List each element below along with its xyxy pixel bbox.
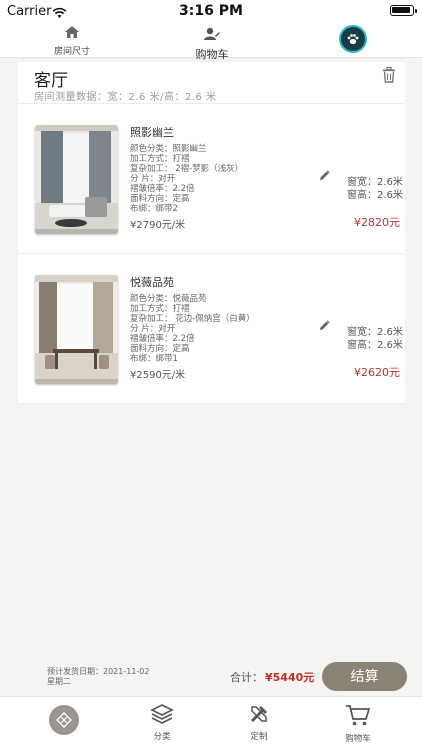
edit-pencil-icon[interactable] <box>319 316 330 335</box>
room-card: 客厅 房间测量数据：宽：2.6 米/高：2.6 米 照影幽兰 颜色分类：照影幽兰… <box>18 62 405 404</box>
spec-line: 分 片：对开 <box>130 324 176 334</box>
window-dimensions: 窗宽：2.6米 窗高：2.6米 <box>347 176 405 202</box>
edit-pencil-icon[interactable] <box>319 166 330 185</box>
spec-line: 复杂加工： 2褶-梦影（浅灰） <box>130 164 244 174</box>
spec-line: 褶皱倍率：2.2倍 <box>130 184 195 194</box>
spec-line: 颜色分类：照影幽兰 <box>130 144 207 154</box>
item-total-price: ¥2620元 <box>354 366 400 379</box>
cart-top-tab[interactable]: 购物车 <box>190 26 234 62</box>
layers-icon <box>150 704 174 729</box>
checkout-button[interactable]: 结算 <box>322 662 407 691</box>
product-name: 悦薇品苑 <box>130 276 174 289</box>
tab-home[interactable] <box>34 705 94 735</box>
product-specs: 颜色分类：悦薇品苑 加工方式：打褶 复杂加工： 花边-佩纳宫（白黄） 分 片：对… <box>130 294 255 364</box>
spec-line: 分 片：对开 <box>130 174 176 184</box>
cart-icon <box>345 705 371 731</box>
spec-line: 加工方式：打褶 <box>130 304 190 314</box>
product-item[interactable]: 悦薇品苑 颜色分类：悦薇品苑 加工方式：打褶 复杂加工： 花边-佩纳宫（白黄） … <box>18 254 405 404</box>
home-icon <box>64 24 80 43</box>
room-measurements: 房间测量数据：宽：2.6 米/高：2.6 米 <box>34 92 217 103</box>
tab-label: 定制 <box>250 732 268 742</box>
tab-custom[interactable]: 定制 <box>229 703 289 742</box>
spec-line: 复杂加工： 花边-佩纳宫（白黄） <box>130 314 255 324</box>
spec-line: 布绑：绑带2 <box>130 204 178 214</box>
tab-cart[interactable]: 购物车 <box>328 703 388 744</box>
room-size-label: 房间尺寸 <box>53 47 90 57</box>
product-image <box>35 275 118 384</box>
trash-icon[interactable] <box>382 66 396 87</box>
spec-line: 面料方向：定高 <box>130 194 190 204</box>
tab-label: 购物车 <box>345 734 371 744</box>
window-height: 窗高：2.6米 <box>347 190 403 201</box>
window-dimensions: 窗宽：2.6米 窗高：2.6米 <box>347 326 405 352</box>
logo-icon <box>49 705 79 735</box>
user-edit-icon <box>203 26 221 45</box>
total-label: 合计： <box>230 671 263 684</box>
ship-date-block: 预计发货日期：2021-11-02 星期二 <box>47 667 150 687</box>
spec-line: 布绑：绑带1 <box>130 354 178 364</box>
window-width: 窗宽：2.6米 <box>347 327 403 338</box>
unit-price: ¥2790元/米 <box>130 220 186 231</box>
spec-line: 褶皱倍率：2.2倍 <box>130 334 195 344</box>
tools-icon <box>248 706 270 729</box>
product-image <box>35 125 118 234</box>
order-summary: 预计发货日期：2021-11-02 星期二 合计： ¥5440元 结算 <box>0 660 422 696</box>
tab-label: 分类 <box>153 732 171 742</box>
clock: 3:16 PM <box>179 3 243 19</box>
spec-line: 面料方向：定高 <box>130 344 190 354</box>
room-size-tab[interactable]: 房间尺寸 <box>50 24 94 57</box>
item-total-price: ¥2820元 <box>354 216 400 229</box>
status-bar: Carrier 3:16 PM <box>0 0 422 22</box>
product-specs: 颜色分类：照影幽兰 加工方式：打褶 复杂加工： 2褶-梦影（浅灰） 分 片：对开… <box>130 144 243 214</box>
product-item[interactable]: 照影幽兰 颜色分类：照影幽兰 加工方式：打褶 复杂加工： 2褶-梦影（浅灰） 分… <box>18 104 405 254</box>
unit-price: ¥2590元/米 <box>130 370 186 381</box>
spec-line: 加工方式：打褶 <box>130 154 190 164</box>
tab-category[interactable]: 分类 <box>132 703 192 742</box>
tab-bar: 分类 定制 购物车 <box>0 696 422 750</box>
battery-icon <box>390 5 417 16</box>
room-header: 客厅 房间测量数据：宽：2.6 米/高：2.6 米 <box>18 62 405 104</box>
spec-line: 颜色分类：悦薇品苑 <box>130 294 207 304</box>
top-nav: 房间尺寸 购物车 <box>0 22 422 61</box>
window-height: 窗高：2.6米 <box>347 340 403 351</box>
window-width: 窗宽：2.6米 <box>347 177 403 188</box>
product-name: 照影幽兰 <box>130 126 174 139</box>
avatar[interactable] <box>339 25 367 53</box>
cart-top-label: 购物车 <box>195 48 229 61</box>
total-value: ¥5440元 <box>265 671 315 684</box>
ship-date: 预计发货日期：2021-11-02 <box>47 667 150 676</box>
ship-weekday: 星期二 <box>47 677 71 686</box>
